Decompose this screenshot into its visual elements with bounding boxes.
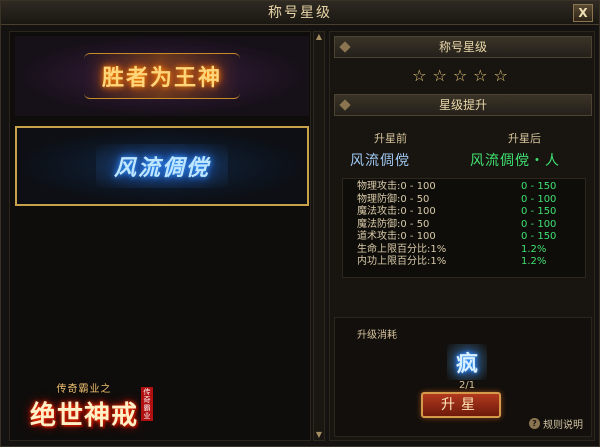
stat-row: 物理防御:0 - 50 0 - 100 [343, 194, 585, 207]
stat-before: 内功上限百分比:1% [357, 256, 447, 267]
stat-after: 0 - 150 [521, 181, 557, 192]
star-upgrade-header: 星级提升 [334, 94, 592, 116]
before-title-name: 风流倜傥 [350, 153, 410, 169]
logo-subtitle: 传奇霸业之 [56, 384, 112, 395]
title-star-window: 称号星级 X 胜者为王神 风流倜傥 ▲ ▼ 传奇霸业之 绝世神戒 传奇霸业 称号… [0, 0, 600, 447]
stat-row: 道术攻击:0 - 100 0 - 150 [343, 231, 585, 244]
title-names: 风流倜傥 风流倜傥・人 [330, 150, 596, 172]
logo-main-text: 绝世神戒 [29, 401, 138, 431]
stat-after: 0 - 100 [521, 193, 557, 205]
rules-link[interactable]: ? 规则说明 [529, 416, 583, 431]
after-title-name: 风流倜傥・人 [470, 153, 560, 169]
game-logo: 传奇霸业之 绝世神戒 传奇霸业 [9, 373, 159, 439]
cost-label: 升级消耗 [357, 330, 397, 341]
title-list-scrollbar[interactable]: ▲ ▼ [313, 31, 325, 441]
after-label: 升星后 [508, 132, 541, 145]
stat-before: 生命上限百分比:1% [357, 243, 447, 255]
stat-after: 1.2% [521, 243, 547, 255]
logo-tag: 传奇霸业 [141, 387, 153, 421]
title-art-victor: 胜者为王神 [83, 53, 240, 99]
scroll-down-arrow-icon[interactable]: ▼ [314, 430, 324, 440]
star-rating: ☆☆☆☆☆ [412, 66, 514, 85]
stat-before: 道术攻击:0 - 100 [357, 231, 436, 242]
diamond-icon [339, 99, 351, 111]
cost-item-icon[interactable]: 疯 [447, 344, 487, 380]
star-detail-panel: 称号星级 ☆☆☆☆☆ 星级提升 升星前 升星后 风流倜傥 风流倜傥・人 物理攻击… [329, 31, 595, 441]
scroll-up-arrow-icon[interactable]: ▲ [314, 32, 324, 42]
compare-labels: 升星前 升星后 [330, 130, 596, 146]
close-button[interactable]: X [573, 4, 593, 22]
stat-before: 魔法防御:0 - 50 [357, 218, 430, 230]
cost-count: 2/1 [459, 380, 476, 391]
stat-before: 物理防御:0 - 50 [357, 193, 430, 205]
upgrade-star-button[interactable]: 升星 [421, 392, 501, 418]
upgrade-cost-box: 升级消耗 疯 2/1 升星 ? 规则说明 [334, 317, 592, 437]
title-card-victor[interactable]: 胜者为王神 [15, 36, 309, 116]
stat-row: 魔法攻击:0 - 100 0 - 150 [343, 206, 585, 219]
stat-before: 物理攻击:0 - 100 [357, 181, 436, 192]
window-title: 称号星级 [1, 1, 599, 25]
star-upgrade-header-label: 星级提升 [438, 98, 487, 112]
stat-after: 0 - 100 [521, 218, 557, 230]
stat-after: 0 - 150 [521, 206, 557, 217]
stat-row: 物理攻击:0 - 100 0 - 150 [343, 181, 585, 194]
title-card-selected[interactable]: 风流倜傥 [15, 126, 309, 206]
stat-before: 魔法攻击:0 - 100 [357, 206, 436, 217]
stat-row: 魔法防御:0 - 50 0 - 100 [343, 219, 585, 232]
stat-row: 生命上限百分比:1% 1.2% [343, 244, 585, 257]
diamond-icon [339, 41, 351, 53]
rules-link-label: 规则说明 [543, 420, 583, 431]
star-level-header-label: 称号星级 [438, 40, 487, 54]
before-label: 升星前 [374, 132, 407, 145]
stat-row: 内功上限百分比:1% 1.2% [343, 256, 585, 269]
title-art-fengliu: 风流倜傥 [95, 144, 228, 188]
star-level-header: 称号星级 [334, 36, 592, 58]
stats-table: 物理攻击:0 - 100 0 - 150 物理防御:0 - 50 0 - 100… [342, 178, 586, 278]
stat-after: 0 - 150 [521, 231, 557, 242]
help-icon: ? [529, 418, 540, 429]
stat-after: 1.2% [521, 256, 547, 267]
